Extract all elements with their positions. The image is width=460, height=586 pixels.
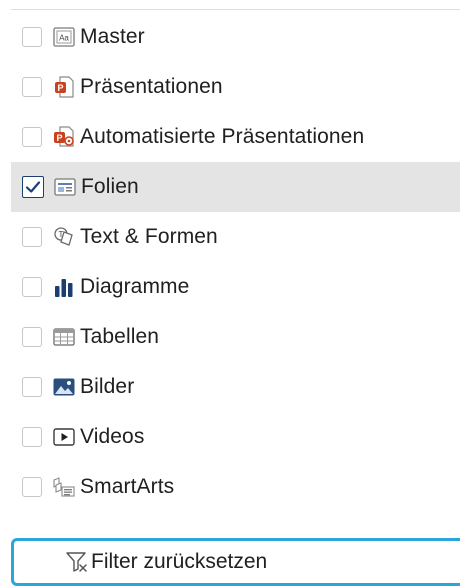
smartart-icon (53, 476, 75, 498)
filter-label-master: Master (80, 25, 145, 48)
filter-item-automated-presentations[interactable]: P Automatisierte Präsentationen (0, 112, 460, 162)
svg-text:Aa: Aa (59, 34, 69, 43)
filter-item-presentations[interactable]: P Präsentationen (0, 62, 460, 112)
checkbox-videos[interactable] (22, 427, 42, 447)
filter-item-smartarts[interactable]: SmartArts (0, 462, 460, 512)
slide-icon (54, 176, 76, 198)
checkbox-smartarts[interactable] (22, 477, 42, 497)
reset-filters-button[interactable]: Filter zurücksetzen (11, 538, 460, 586)
filter-item-text-shapes[interactable]: T Text & Formen (0, 212, 460, 262)
checkbox-presentations[interactable] (22, 77, 42, 97)
svg-text:P: P (56, 133, 62, 143)
filter-label-presentations: Präsentationen (80, 75, 223, 98)
filter-item-videos[interactable]: Videos (0, 412, 460, 462)
filter-label-tables: Tabellen (80, 325, 160, 348)
checkbox-automated-presentations[interactable] (22, 127, 42, 147)
automated-presentation-icon: P (53, 126, 75, 148)
reset-filters-label: Filter zurücksetzen (91, 550, 268, 573)
filter-reset-icon (65, 550, 89, 574)
filter-item-master[interactable]: Aa Master (0, 12, 460, 62)
image-icon (53, 376, 75, 398)
filter-label-text-shapes: Text & Formen (80, 225, 218, 248)
checkbox-text-shapes[interactable] (22, 227, 42, 247)
filter-item-charts[interactable]: Diagramme (0, 262, 460, 312)
checkbox-charts[interactable] (22, 277, 42, 297)
filter-label-videos: Videos (80, 425, 145, 448)
filter-item-images[interactable]: Bilder (0, 362, 460, 412)
filter-label-slides: Folien (81, 175, 139, 198)
top-divider (11, 9, 460, 10)
checkbox-slides[interactable] (22, 176, 44, 198)
master-slide-icon: Aa (53, 26, 75, 48)
filter-label-charts: Diagramme (80, 275, 190, 298)
bar-chart-icon (53, 276, 75, 298)
checkbox-tables[interactable] (22, 327, 42, 347)
filter-item-slides[interactable]: Folien (11, 162, 460, 212)
presentation-file-icon: P (53, 76, 75, 98)
filter-label-smartarts: SmartArts (80, 475, 175, 498)
table-icon (53, 326, 75, 348)
filter-label-automated-presentations: Automatisierte Präsentationen (80, 125, 365, 148)
checkbox-master[interactable] (22, 27, 42, 47)
video-icon (53, 426, 75, 448)
filter-label-images: Bilder (80, 375, 135, 398)
svg-text:T: T (59, 230, 64, 239)
checkbox-images[interactable] (22, 377, 42, 397)
checkmark-icon (25, 181, 41, 193)
svg-text:P: P (57, 83, 63, 93)
filter-item-tables[interactable]: Tabellen (0, 312, 460, 362)
filter-list: Aa Master P Präsentationen P Automatisie… (0, 12, 460, 512)
text-shapes-icon: T (53, 226, 75, 248)
